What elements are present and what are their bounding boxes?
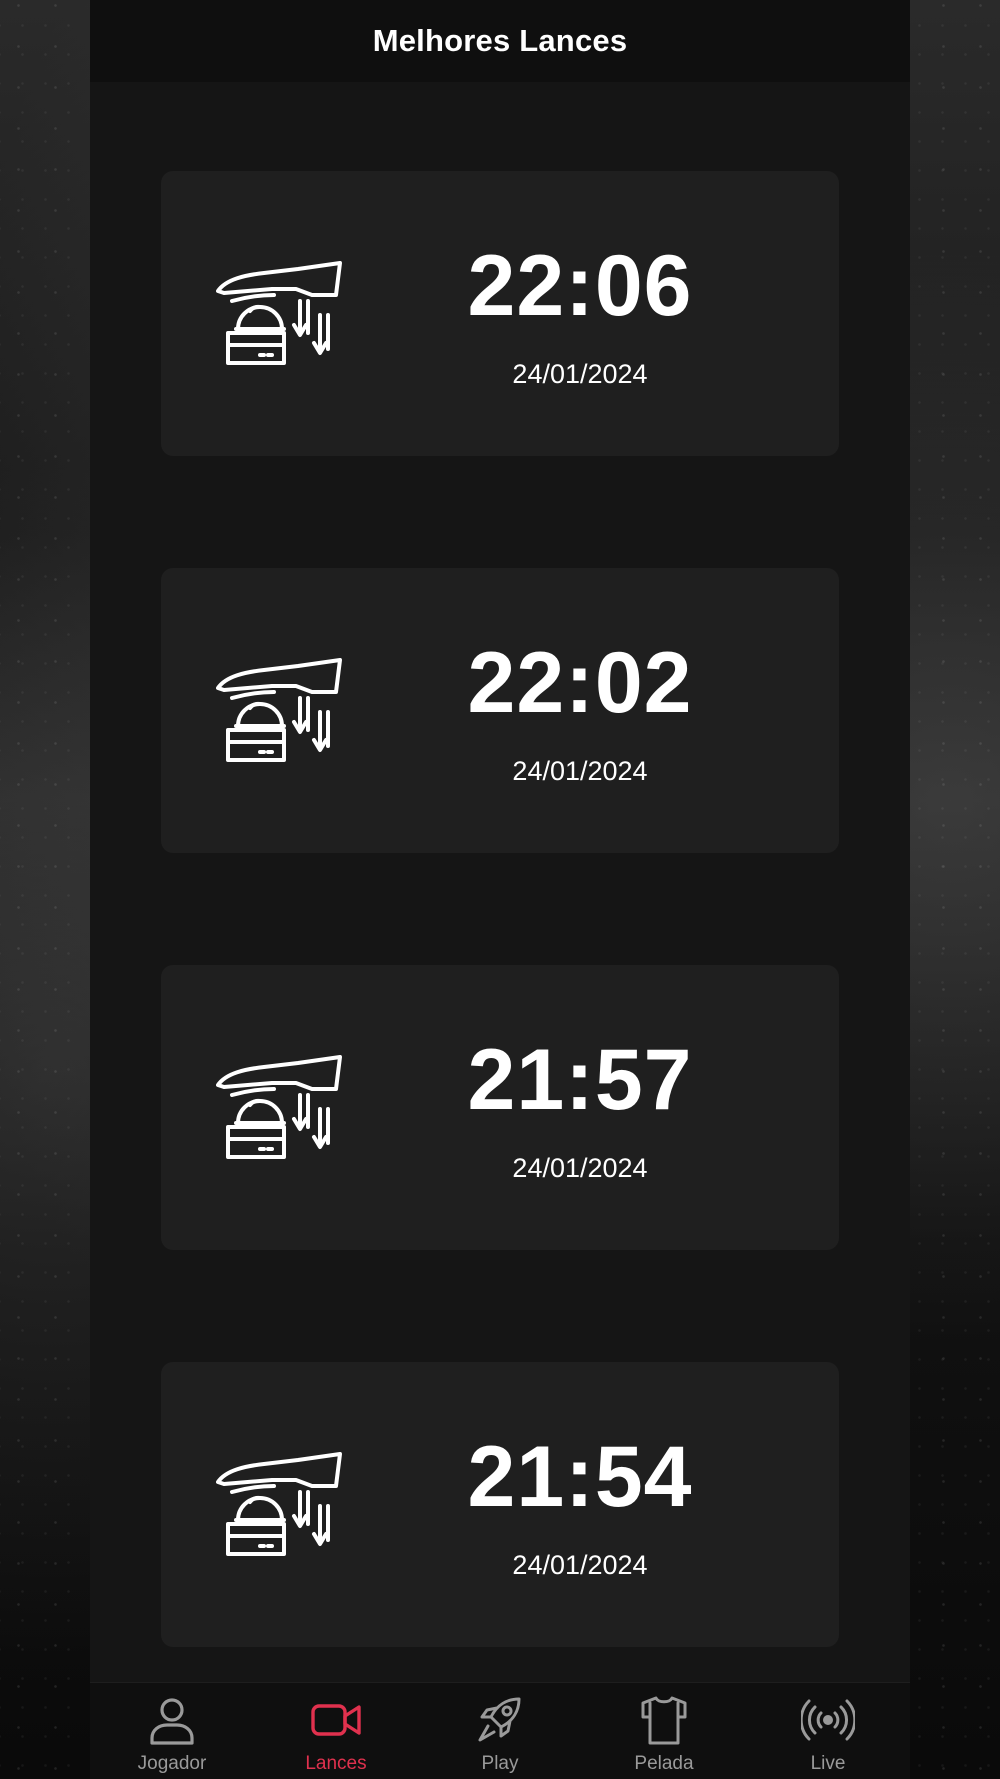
tab-lances[interactable]: Lances bbox=[254, 1683, 418, 1779]
highlight-card[interactable]: 21:54 24/01/2024 bbox=[161, 1362, 839, 1647]
highlight-card[interactable]: 22:02 24/01/2024 bbox=[161, 568, 839, 853]
user-icon bbox=[150, 1698, 194, 1745]
tab-label: Live bbox=[810, 1753, 846, 1774]
app-screen: Melhores Lances 22:06 24/01/2024 22:02 2… bbox=[90, 0, 910, 1779]
highlight-time: 22:02 bbox=[467, 635, 693, 731]
press-button-icon bbox=[216, 1055, 342, 1159]
video-camera-icon bbox=[311, 1704, 361, 1736]
highlight-time: 21:54 bbox=[467, 1429, 693, 1525]
highlights-list: 22:06 24/01/2024 22:02 24/01/2024 21:57 … bbox=[161, 171, 839, 1759]
tab-label: Pelada bbox=[634, 1753, 694, 1774]
tab-jogador[interactable]: Jogador bbox=[90, 1683, 254, 1779]
press-button-icon bbox=[216, 658, 342, 762]
tab-label: Jogador bbox=[137, 1753, 207, 1774]
bottom-tab-bar: Jogador Lances Play Pelada Live bbox=[90, 1682, 910, 1779]
tab-label: Lances bbox=[305, 1753, 367, 1774]
tab-play[interactable]: Play bbox=[418, 1683, 582, 1779]
highlight-card[interactable]: 21:57 24/01/2024 bbox=[161, 965, 839, 1250]
press-button-icon bbox=[216, 1452, 342, 1556]
press-button-icon bbox=[216, 261, 342, 365]
highlight-date: 24/01/2024 bbox=[512, 359, 648, 389]
highlight-time: 22:06 bbox=[467, 238, 693, 334]
tab-pelada[interactable]: Pelada bbox=[582, 1683, 746, 1779]
tshirt-icon bbox=[641, 1696, 687, 1745]
highlight-date: 24/01/2024 bbox=[512, 1153, 648, 1183]
highlight-card[interactable]: 22:06 24/01/2024 bbox=[161, 171, 839, 456]
header: Melhores Lances bbox=[90, 0, 910, 82]
tab-live[interactable]: Live bbox=[746, 1683, 910, 1779]
highlight-date: 24/01/2024 bbox=[512, 756, 648, 786]
highlight-time: 21:57 bbox=[467, 1032, 693, 1128]
rocket-icon bbox=[478, 1697, 521, 1742]
broadcast-icon bbox=[801, 1699, 855, 1741]
highlight-date: 24/01/2024 bbox=[512, 1550, 648, 1580]
page-title: Melhores Lances bbox=[372, 23, 628, 58]
tab-label: Play bbox=[481, 1753, 519, 1774]
